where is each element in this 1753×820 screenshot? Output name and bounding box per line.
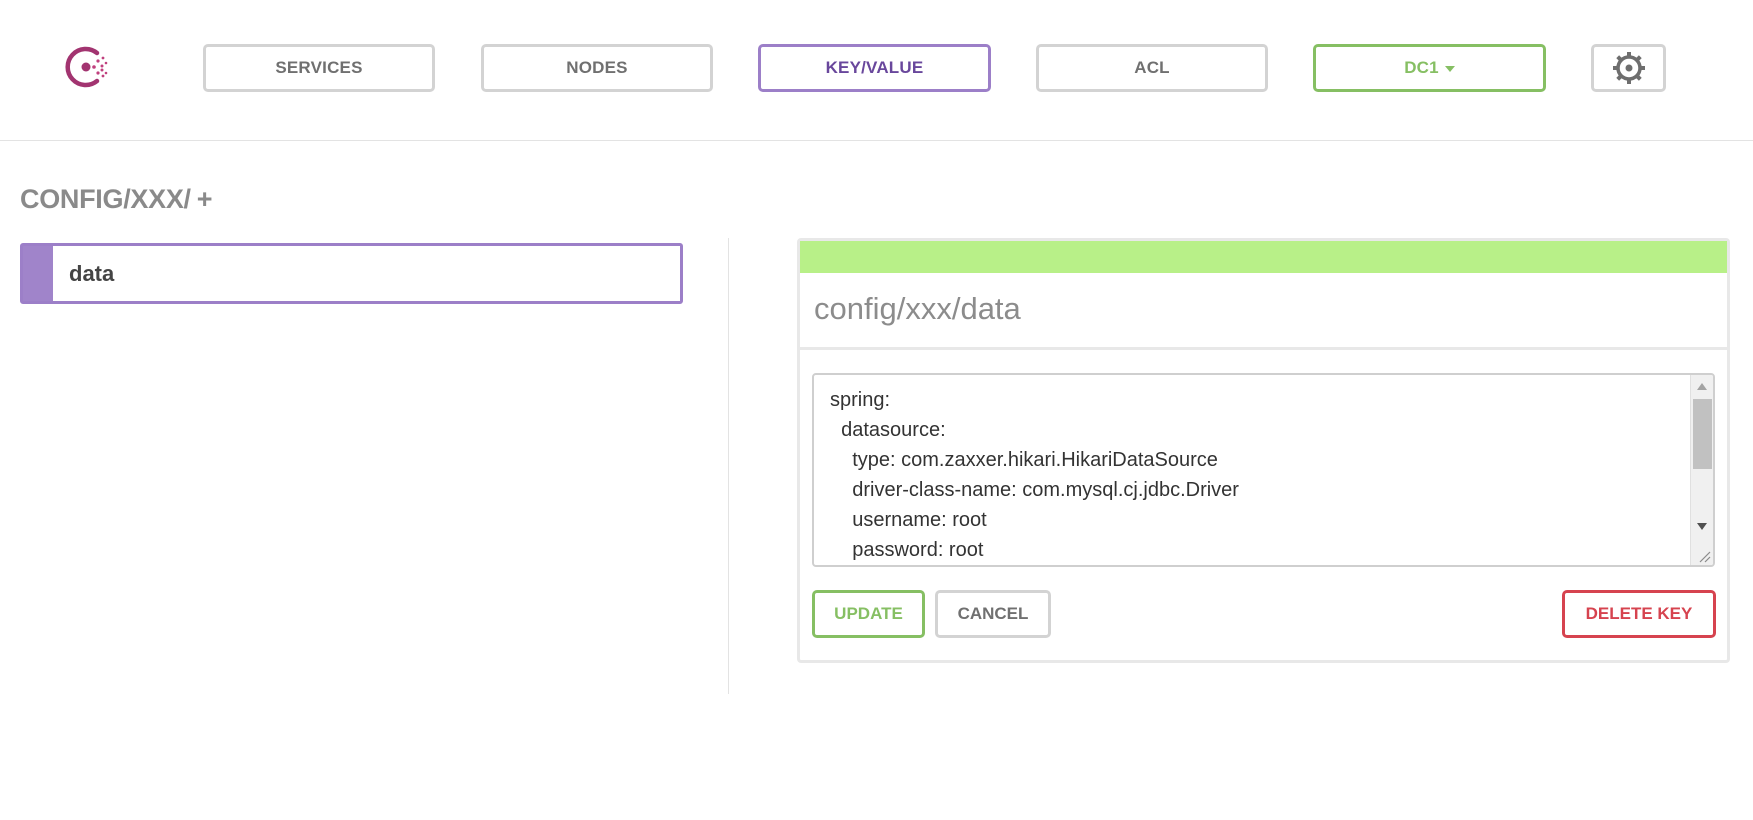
breadcrumb: CONFIG/XXX/+ xyxy=(20,184,213,215)
datacenter-label: DC1 xyxy=(1404,58,1439,77)
status-bar xyxy=(800,241,1727,273)
consul-logo-icon[interactable] xyxy=(64,44,110,90)
panel-separator xyxy=(800,347,1727,350)
resize-grip-icon[interactable] xyxy=(1697,549,1711,563)
scroll-up-icon[interactable] xyxy=(1697,383,1707,390)
caret-down-icon xyxy=(1444,66,1455,72)
selected-marker xyxy=(23,246,53,301)
gear-icon xyxy=(1612,52,1645,84)
datacenter-dropdown[interactable]: DC1 xyxy=(1313,44,1546,92)
nav-acl-button[interactable]: ACL xyxy=(1036,44,1268,92)
column-divider xyxy=(728,238,729,694)
settings-button[interactable] xyxy=(1591,44,1666,92)
add-key-button[interactable]: + xyxy=(197,184,213,214)
breadcrumb-path[interactable]: CONFIG/XXX/ xyxy=(20,184,191,214)
scrollbar[interactable] xyxy=(1690,375,1713,565)
key-list: data xyxy=(20,243,683,304)
scroll-thumb[interactable] xyxy=(1693,399,1712,469)
delete-key-button[interactable]: DELETE KEY xyxy=(1562,590,1716,638)
nav-services-button[interactable]: SERVICES xyxy=(203,44,435,92)
cancel-button[interactable]: CANCEL xyxy=(935,590,1051,638)
top-navigation: SERVICES NODES KEY/VALUE ACL DC1 xyxy=(0,0,1753,141)
key-list-item[interactable]: data xyxy=(20,243,683,304)
scroll-down-icon[interactable] xyxy=(1697,523,1707,530)
nav-nodes-button[interactable]: NODES xyxy=(481,44,713,92)
value-textarea[interactable]: spring: datasource: type: com.zaxxer.hik… xyxy=(812,373,1715,567)
key-editor-panel: config/xxx/data spring: datasource: type… xyxy=(797,238,1730,663)
update-button[interactable]: UPDATE xyxy=(812,590,925,638)
key-list-item-label: data xyxy=(69,261,115,286)
nav-keyvalue-button[interactable]: KEY/VALUE xyxy=(758,44,991,92)
key-path-title: config/xxx/data xyxy=(814,291,1021,326)
value-text: spring: datasource: type: com.zaxxer.hik… xyxy=(830,389,1239,561)
